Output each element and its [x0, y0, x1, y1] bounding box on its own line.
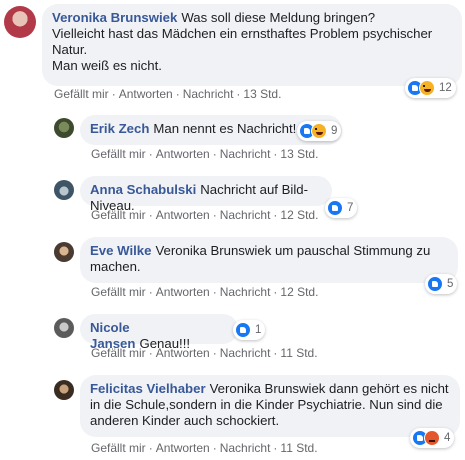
- comment-author[interactable]: Eve Wilke: [90, 243, 151, 258]
- like-button[interactable]: Gefällt mir: [91, 346, 146, 360]
- reaction-count: 5: [447, 278, 454, 290]
- comment-bubble: Nicole Jansen Genau!!!: [80, 314, 238, 351]
- reaction-count: 12: [439, 82, 452, 94]
- separator: ·: [273, 147, 278, 161]
- comment-bubble: Felicitas Vielhaber Veronika Brunswiek da…: [80, 375, 460, 437]
- message-button[interactable]: Nachricht: [220, 285, 271, 299]
- timestamp[interactable]: 12 Std.: [280, 285, 318, 299]
- separator: ·: [273, 285, 278, 299]
- reaction-summary[interactable]: 12: [405, 78, 456, 98]
- message-button[interactable]: Nachricht: [183, 87, 234, 101]
- separator: ·: [175, 87, 180, 101]
- reply-button[interactable]: Antworten: [156, 285, 210, 299]
- reaction-count: 4: [444, 432, 451, 444]
- reaction-summary[interactable]: 7: [325, 198, 358, 218]
- like-icon: [235, 322, 251, 338]
- comment-bubble: Anna Schabulski Nachricht auf Bild-Niveau…: [80, 176, 332, 213]
- reply-button[interactable]: Antworten: [156, 441, 210, 455]
- comment-author[interactable]: Anna Schabulski: [90, 182, 196, 197]
- reply-button[interactable]: Antworten: [156, 147, 210, 161]
- reaction-summary[interactable]: 9: [297, 121, 342, 141]
- like-button[interactable]: Gefällt mir: [54, 87, 109, 101]
- timestamp[interactable]: 11 Std.: [280, 441, 317, 455]
- like-button[interactable]: Gefällt mir: [91, 208, 146, 222]
- timestamp[interactable]: 12 Std.: [280, 208, 318, 222]
- reaction-count: 7: [347, 202, 354, 214]
- separator: ·: [212, 441, 217, 455]
- haha-icon: [311, 123, 327, 139]
- separator: ·: [273, 208, 278, 222]
- comment-actions: Gefällt mir · Antworten · Nachricht · 11 Std.: [91, 441, 318, 455]
- message-button[interactable]: Nachricht: [220, 441, 271, 455]
- reaction-summary[interactable]: 1: [233, 320, 266, 340]
- like-button[interactable]: Gefällt mir: [91, 441, 146, 455]
- comment-author[interactable]: Veronika Brunswiek: [52, 10, 177, 25]
- comment-author[interactable]: Erik Zech: [90, 121, 149, 136]
- avatar[interactable]: [54, 242, 74, 262]
- comment-bubble: Eve Wilke Veronika Brunswiek um pauschal …: [80, 237, 458, 283]
- reaction-summary[interactable]: 5: [425, 274, 458, 294]
- like-icon: [427, 276, 443, 292]
- message-button[interactable]: Nachricht: [220, 208, 271, 222]
- reply-button[interactable]: Antworten: [119, 87, 173, 101]
- separator: ·: [148, 147, 153, 161]
- separator: ·: [148, 346, 153, 360]
- separator: ·: [148, 208, 153, 222]
- avatar[interactable]: [54, 180, 74, 200]
- reply-button[interactable]: Antworten: [156, 346, 210, 360]
- separator: ·: [212, 208, 217, 222]
- like-button[interactable]: Gefällt mir: [91, 285, 146, 299]
- reaction-summary[interactable]: 4: [410, 428, 455, 448]
- comment-actions: Gefällt mir · Antworten · Nachricht · 13 Std.: [91, 147, 318, 161]
- comment-actions: Gefällt mir · Antworten · Nachricht · 13 Std.: [54, 87, 281, 101]
- angry-icon: [424, 430, 440, 446]
- reaction-count: 9: [331, 125, 338, 137]
- reaction-count: 1: [255, 324, 262, 336]
- separator: ·: [148, 441, 153, 455]
- timestamp[interactable]: 13 Std.: [280, 147, 318, 161]
- comment-actions: Gefällt mir · Antworten · Nachricht · 12 Std.: [91, 208, 318, 222]
- separator: ·: [273, 441, 278, 455]
- comment-actions: Gefällt mir · Antworten · Nachricht · 11 Std.: [91, 346, 318, 360]
- separator: ·: [236, 87, 241, 101]
- timestamp[interactable]: 13 Std.: [243, 87, 281, 101]
- message-button[interactable]: Nachricht: [220, 147, 271, 161]
- separator: ·: [212, 285, 217, 299]
- message-button[interactable]: Nachricht: [220, 346, 271, 360]
- avatar[interactable]: [54, 318, 74, 338]
- avatar[interactable]: [54, 118, 74, 138]
- comment-author[interactable]: Felicitas Vielhaber: [90, 381, 206, 396]
- separator: ·: [111, 87, 116, 101]
- like-icon: [327, 200, 343, 216]
- timestamp[interactable]: 11 Std.: [280, 346, 317, 360]
- separator: ·: [148, 285, 153, 299]
- avatar[interactable]: [54, 380, 74, 400]
- comment-bubble: Veronika Brunswiek Was soll diese Meldung…: [42, 4, 462, 86]
- avatar[interactable]: [4, 6, 36, 38]
- separator: ·: [212, 346, 217, 360]
- haha-icon: [419, 80, 435, 96]
- comment-text: Man nennt es Nachricht!: [153, 121, 297, 136]
- separator: ·: [212, 147, 217, 161]
- comment-actions: Gefällt mir · Antworten · Nachricht · 12 Std.: [91, 285, 318, 299]
- reply-button[interactable]: Antworten: [156, 208, 210, 222]
- like-button[interactable]: Gefällt mir: [91, 147, 146, 161]
- separator: ·: [273, 346, 278, 360]
